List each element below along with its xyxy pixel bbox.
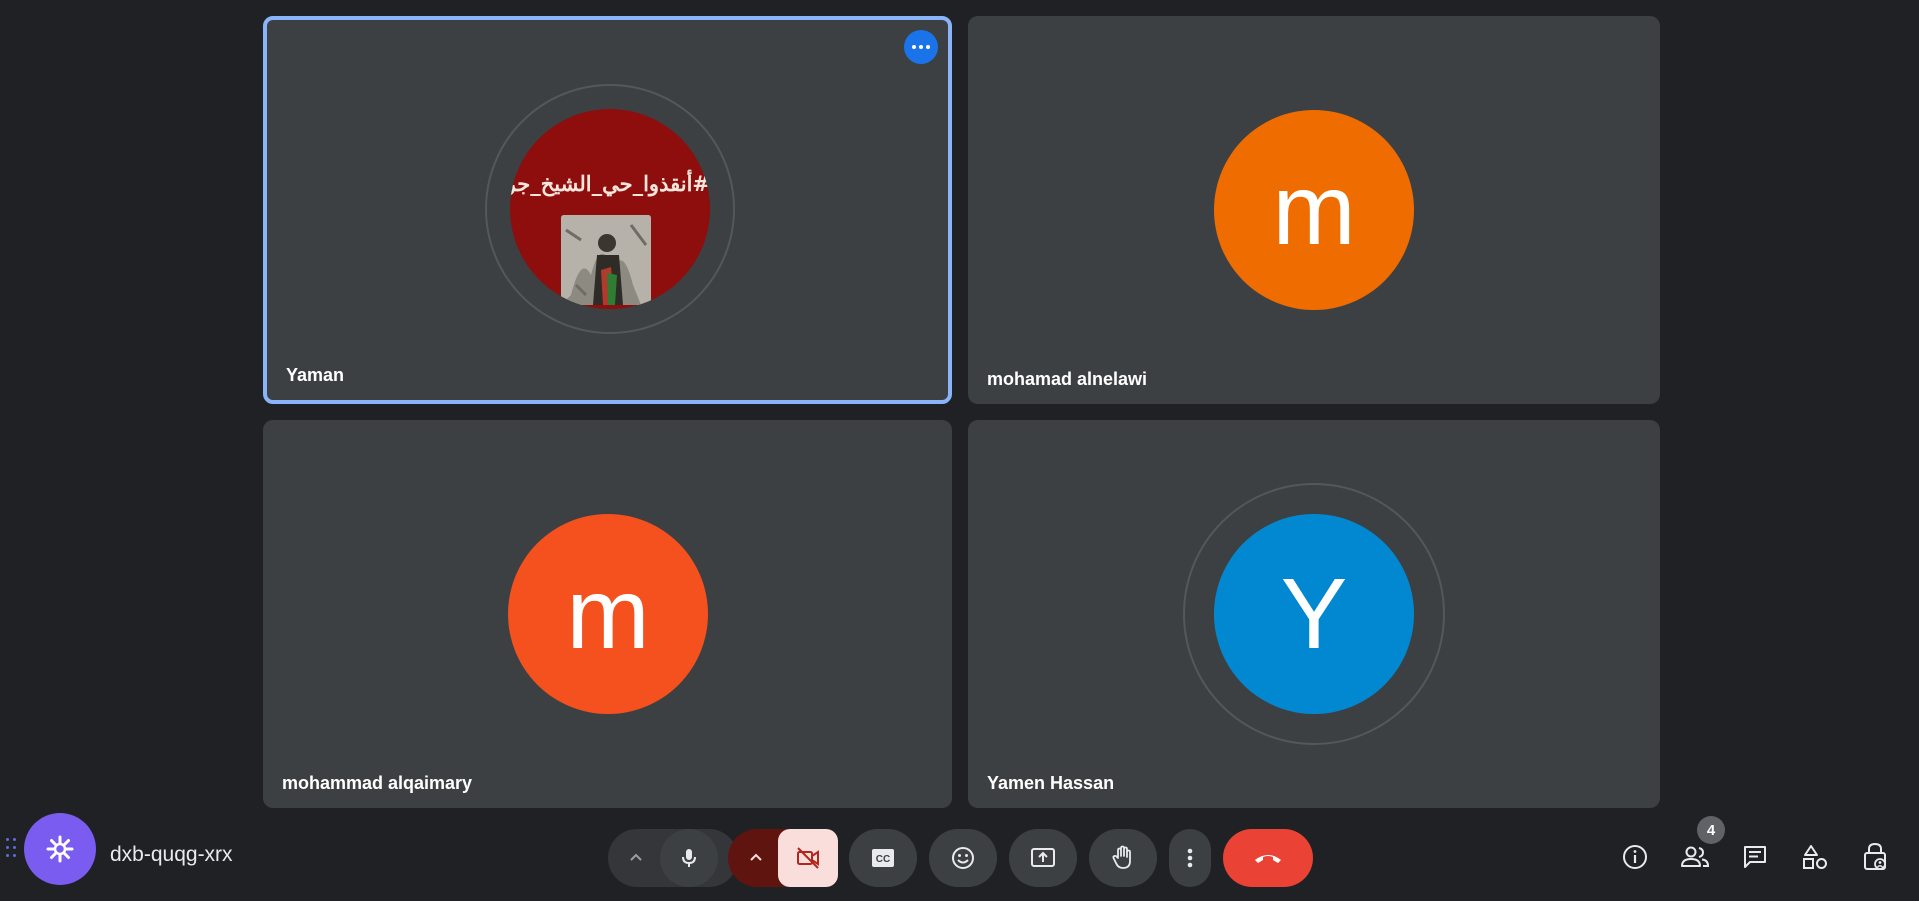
leave-call-button[interactable]	[1223, 829, 1313, 887]
avatar-letter: m	[1272, 154, 1356, 266]
avatar-hashtag-text: #أنقذوا_حي_الشيخ_جراح	[510, 171, 710, 196]
people-icon	[1681, 846, 1710, 867]
participant-name: Yaman	[286, 365, 345, 385]
participant-count-badge: 4	[1697, 816, 1725, 844]
participant-tile-mohamad-alnelawi[interactable]: m mohamad alnelawi	[968, 16, 1660, 404]
participant-avatar-yaman: #أنقذوا_حي_الشيخ_جراح	[510, 109, 710, 309]
companion-app-button[interactable]	[24, 813, 96, 885]
more-vert-icon	[1187, 848, 1193, 868]
activities-icon	[1803, 845, 1827, 869]
camera-off-icon	[797, 847, 819, 869]
captions-button[interactable]: CC	[849, 829, 917, 887]
participant-avatar: m	[1214, 110, 1414, 310]
participant-name: mohammad alqaimary	[282, 773, 473, 793]
closed-captions-icon: CC	[872, 849, 894, 867]
avatar-letter: Y	[1280, 558, 1348, 670]
participant-name: mohamad alnelawi	[987, 369, 1148, 389]
tile-more-options-button[interactable]	[904, 30, 938, 64]
chevron-up-icon	[750, 853, 762, 861]
mic-icon	[682, 849, 696, 867]
meeting-details-button[interactable]	[1615, 837, 1655, 877]
audio-options-button[interactable]	[614, 829, 658, 887]
chat-icon	[1744, 846, 1766, 868]
avatar-photo	[561, 215, 651, 305]
present-button[interactable]	[1009, 829, 1077, 887]
emoji-icon	[952, 847, 974, 869]
asterisk-icon	[46, 835, 74, 863]
participant-tile-yaman[interactable]: #أنقذوا_حي_الشيخ_جراح Yaman	[263, 16, 952, 404]
present-screen-icon	[1031, 848, 1055, 867]
drag-handle-icon[interactable]	[6, 838, 20, 860]
hand-icon	[1112, 845, 1131, 869]
participant-tile-mohammad-alqaimary[interactable]: m mohammad alqaimary	[263, 420, 952, 808]
end-call-icon	[1255, 855, 1281, 863]
participant-avatar: m	[508, 514, 708, 714]
activities-button[interactable]	[1795, 837, 1835, 877]
lock-person-icon	[1864, 842, 1886, 870]
avatar-letter: m	[566, 558, 650, 670]
meeting-code: dxb-quqg-xrx	[110, 843, 233, 866]
chat-button[interactable]	[1735, 837, 1775, 877]
participant-name: Yamen Hassan	[987, 773, 1115, 793]
chevron-up-icon	[630, 853, 642, 861]
svg-text:CC: CC	[876, 854, 890, 865]
meeting-stage: #أنقذوا_حي_الشيخ_جراح Yaman m moham	[0, 0, 1919, 901]
video-options-button[interactable]	[736, 829, 776, 887]
raise-hand-button[interactable]	[1089, 829, 1157, 887]
participant-tile-yamen-hassan[interactable]: Y Yamen Hassan	[968, 420, 1660, 808]
host-controls-button[interactable]	[1855, 837, 1895, 877]
camera-button[interactable]	[778, 829, 838, 887]
emoji-button[interactable]	[929, 829, 997, 887]
microphone-button[interactable]	[660, 829, 718, 887]
more-options-button[interactable]	[1169, 829, 1211, 887]
participant-avatar: Y	[1214, 514, 1414, 714]
info-icon	[1623, 845, 1647, 869]
